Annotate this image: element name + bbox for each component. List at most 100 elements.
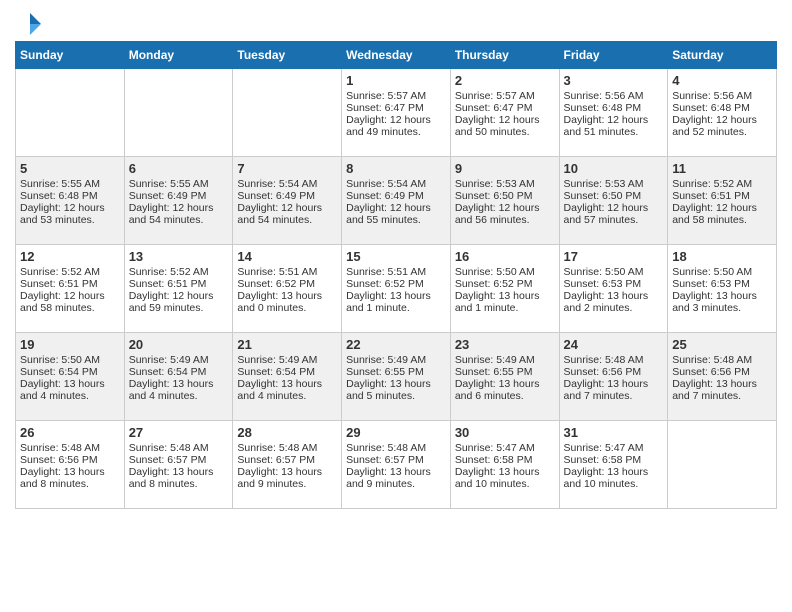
calendar-cell: 19Sunrise: 5:50 AMSunset: 6:54 PMDayligh… — [16, 333, 125, 421]
daylight-text: Daylight: 13 hours and 2 minutes. — [564, 290, 664, 314]
day-number: 28 — [237, 425, 337, 440]
calendar-cell: 13Sunrise: 5:52 AMSunset: 6:51 PMDayligh… — [124, 245, 233, 333]
sunrise-text: Sunrise: 5:54 AM — [346, 178, 446, 190]
sunrise-text: Sunrise: 5:50 AM — [20, 354, 120, 366]
calendar-cell: 8Sunrise: 5:54 AMSunset: 6:49 PMDaylight… — [342, 157, 451, 245]
sunset-text: Sunset: 6:55 PM — [346, 366, 446, 378]
sunrise-text: Sunrise: 5:47 AM — [564, 442, 664, 454]
sunrise-text: Sunrise: 5:53 AM — [455, 178, 555, 190]
sunrise-text: Sunrise: 5:56 AM — [672, 90, 772, 102]
sunset-text: Sunset: 6:53 PM — [564, 278, 664, 290]
sunset-text: Sunset: 6:56 PM — [564, 366, 664, 378]
day-header-thursday: Thursday — [450, 42, 559, 69]
day-header-tuesday: Tuesday — [233, 42, 342, 69]
sunrise-text: Sunrise: 5:51 AM — [346, 266, 446, 278]
day-header-friday: Friday — [559, 42, 668, 69]
sunset-text: Sunset: 6:51 PM — [20, 278, 120, 290]
sunrise-text: Sunrise: 5:57 AM — [455, 90, 555, 102]
day-number: 14 — [237, 249, 337, 264]
calendar-cell: 31Sunrise: 5:47 AMSunset: 6:58 PMDayligh… — [559, 421, 668, 509]
daylight-text: Daylight: 12 hours and 59 minutes. — [129, 290, 229, 314]
sunset-text: Sunset: 6:50 PM — [455, 190, 555, 202]
sunset-text: Sunset: 6:54 PM — [129, 366, 229, 378]
calendar-cell: 21Sunrise: 5:49 AMSunset: 6:54 PMDayligh… — [233, 333, 342, 421]
calendar-cell: 20Sunrise: 5:49 AMSunset: 6:54 PMDayligh… — [124, 333, 233, 421]
day-number: 19 — [20, 337, 120, 352]
day-number: 9 — [455, 161, 555, 176]
calendar-cell: 16Sunrise: 5:50 AMSunset: 6:52 PMDayligh… — [450, 245, 559, 333]
logo — [15, 15, 43, 31]
calendar-cell: 23Sunrise: 5:49 AMSunset: 6:55 PMDayligh… — [450, 333, 559, 421]
daylight-text: Daylight: 13 hours and 7 minutes. — [672, 378, 772, 402]
daylight-text: Daylight: 13 hours and 4 minutes. — [237, 378, 337, 402]
sunset-text: Sunset: 6:49 PM — [346, 190, 446, 202]
day-number: 29 — [346, 425, 446, 440]
calendar-week-row: 19Sunrise: 5:50 AMSunset: 6:54 PMDayligh… — [16, 333, 777, 421]
calendar-cell — [16, 69, 125, 157]
calendar-cell: 5Sunrise: 5:55 AMSunset: 6:48 PMDaylight… — [16, 157, 125, 245]
day-number: 30 — [455, 425, 555, 440]
sunrise-text: Sunrise: 5:54 AM — [237, 178, 337, 190]
sunset-text: Sunset: 6:52 PM — [346, 278, 446, 290]
day-number: 13 — [129, 249, 229, 264]
day-number: 1 — [346, 73, 446, 88]
calendar-cell: 9 Sunrise: 5:53 AMSunset: 6:50 PMDaylight… — [450, 157, 559, 245]
daylight-text: Daylight: 13 hours and 9 minutes. — [237, 466, 337, 490]
day-number: 5 — [20, 161, 120, 176]
daylight-text: Daylight: 12 hours and 58 minutes. — [20, 290, 120, 314]
sunset-text: Sunset: 6:51 PM — [672, 190, 772, 202]
sunset-text: Sunset: 6:58 PM — [564, 454, 664, 466]
sunrise-text: Sunrise: 5:52 AM — [20, 266, 120, 278]
calendar-cell — [668, 421, 777, 509]
daylight-text: Daylight: 12 hours and 57 minutes. — [564, 202, 664, 226]
calendar-cell: 30Sunrise: 5:47 AMSunset: 6:58 PMDayligh… — [450, 421, 559, 509]
sunrise-text: Sunrise: 5:50 AM — [564, 266, 664, 278]
sunrise-text: Sunrise: 5:51 AM — [237, 266, 337, 278]
sunrise-text: Sunrise: 5:48 AM — [672, 354, 772, 366]
sunrise-text: Sunrise: 5:57 AM — [346, 90, 446, 102]
daylight-text: Daylight: 13 hours and 10 minutes. — [455, 466, 555, 490]
calendar-cell — [233, 69, 342, 157]
sunset-text: Sunset: 6:53 PM — [672, 278, 772, 290]
sunset-text: Sunset: 6:48 PM — [20, 190, 120, 202]
day-number: 15 — [346, 249, 446, 264]
calendar-week-row: 1Sunrise: 5:57 AMSunset: 6:47 PMDaylight… — [16, 69, 777, 157]
sunrise-text: Sunrise: 5:49 AM — [346, 354, 446, 366]
day-number: 6 — [129, 161, 229, 176]
sunset-text: Sunset: 6:57 PM — [346, 454, 446, 466]
page-header — [15, 15, 777, 31]
day-number: 20 — [129, 337, 229, 352]
daylight-text: Daylight: 13 hours and 8 minutes. — [129, 466, 229, 490]
calendar-cell: 14Sunrise: 5:51 AMSunset: 6:52 PMDayligh… — [233, 245, 342, 333]
calendar-cell: 15 Sunrise: 5:51 AMSunset: 6:52 PMDayligh… — [342, 245, 451, 333]
calendar-cell: 29Sunrise: 5:48 AMSunset: 6:57 PMDayligh… — [342, 421, 451, 509]
sunset-text: Sunset: 6:55 PM — [455, 366, 555, 378]
daylight-text: Daylight: 13 hours and 5 minutes. — [346, 378, 446, 402]
sunrise-text: Sunrise: 5:52 AM — [129, 266, 229, 278]
sunrise-text: Sunrise: 5:48 AM — [346, 442, 446, 454]
daylight-text: Daylight: 12 hours and 58 minutes. — [672, 202, 772, 226]
daylight-text: Daylight: 13 hours and 4 minutes. — [129, 378, 229, 402]
sunrise-text: Sunrise: 5:55 AM — [129, 178, 229, 190]
calendar-cell: 3Sunrise: 5:56 AMSunset: 6:48 PMDaylight… — [559, 69, 668, 157]
calendar-cell: 10Sunrise: 5:53 AMSunset: 6:50 PMDayligh… — [559, 157, 668, 245]
sunset-text: Sunset: 6:49 PM — [237, 190, 337, 202]
sunrise-text: Sunrise: 5:53 AM — [564, 178, 664, 190]
sunset-text: Sunset: 6:54 PM — [20, 366, 120, 378]
daylight-text: Daylight: 13 hours and 7 minutes. — [564, 378, 664, 402]
day-number: 27 — [129, 425, 229, 440]
calendar-table: SundayMondayTuesdayWednesdayThursdayFrid… — [15, 41, 777, 509]
sunrise-text: Sunrise: 5:49 AM — [237, 354, 337, 366]
sunrise-text: Sunrise: 5:48 AM — [129, 442, 229, 454]
calendar-cell: 6Sunrise: 5:55 AMSunset: 6:49 PMDaylight… — [124, 157, 233, 245]
sunrise-text: Sunrise: 5:47 AM — [455, 442, 555, 454]
daylight-text: Daylight: 13 hours and 1 minute. — [346, 290, 446, 314]
calendar-week-row: 26Sunrise: 5:48 AMSunset: 6:56 PMDayligh… — [16, 421, 777, 509]
calendar-cell: 2Sunrise: 5:57 AMSunset: 6:47 PMDaylight… — [450, 69, 559, 157]
calendar-cell: 1Sunrise: 5:57 AMSunset: 6:47 PMDaylight… — [342, 69, 451, 157]
calendar-cell: 11Sunrise: 5:52 AMSunset: 6:51 PMDayligh… — [668, 157, 777, 245]
daylight-text: Daylight: 13 hours and 0 minutes. — [237, 290, 337, 314]
daylight-text: Daylight: 12 hours and 49 minutes. — [346, 114, 446, 138]
daylight-text: Daylight: 12 hours and 56 minutes. — [455, 202, 555, 226]
daylight-text: Daylight: 13 hours and 1 minute. — [455, 290, 555, 314]
